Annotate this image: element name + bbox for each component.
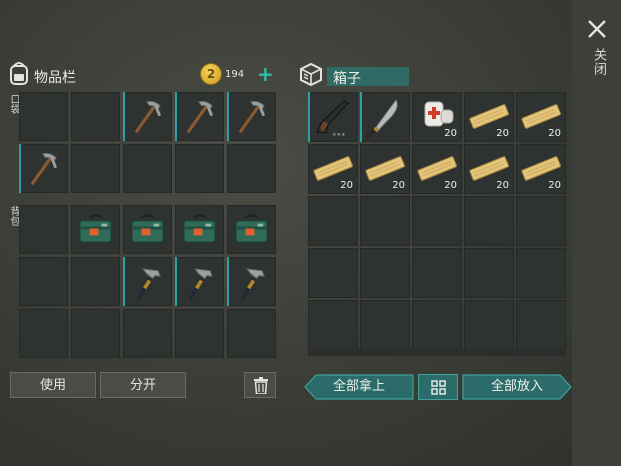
backpack-slot[interactable] bbox=[175, 309, 224, 358]
box-grid-overflow bbox=[308, 348, 566, 356]
take-all-label: 全部拿上 bbox=[332, 379, 385, 394]
box-slot[interactable]: 20 bbox=[308, 144, 358, 194]
box-title: 箱子 bbox=[333, 71, 361, 87]
medkit-case-icon bbox=[131, 214, 164, 243]
backpack-slot[interactable] bbox=[71, 205, 120, 254]
grid-icon bbox=[431, 380, 446, 395]
box-slot[interactable] bbox=[308, 248, 358, 298]
backpack-slot[interactable] bbox=[227, 257, 276, 306]
item-quantity: 20 bbox=[392, 180, 405, 191]
shotgun-icon: ★★★ bbox=[316, 100, 349, 138]
box-slot[interactable]: 20 bbox=[464, 92, 514, 142]
box-slot[interactable] bbox=[516, 196, 566, 246]
item-quantity: 20 bbox=[496, 128, 509, 139]
backpack-grid bbox=[19, 205, 276, 358]
backpack-slot[interactable] bbox=[19, 309, 68, 358]
box-slot[interactable] bbox=[412, 196, 462, 246]
pocket-slot[interactable] bbox=[175, 144, 224, 193]
machete-icon bbox=[366, 99, 398, 138]
backpack-slot[interactable] bbox=[19, 205, 68, 254]
hammer-icon bbox=[241, 268, 265, 300]
box-title-bar: 箱子 bbox=[327, 67, 409, 87]
pickaxe-icon bbox=[135, 100, 161, 133]
coin-count: 194 bbox=[225, 69, 245, 80]
item-quantity: 20 bbox=[444, 128, 457, 139]
svg-text:★★★: ★★★ bbox=[332, 132, 346, 138]
hammer-icon bbox=[189, 268, 213, 300]
box-slot[interactable]: 20 bbox=[360, 144, 410, 194]
backpack-slot[interactable] bbox=[71, 309, 120, 358]
trash-icon bbox=[254, 377, 268, 394]
pocket-slot[interactable] bbox=[71, 144, 120, 193]
sort-toggle-button[interactable] bbox=[418, 374, 458, 400]
box-slot[interactable]: 20 bbox=[464, 144, 514, 194]
medkit-case-icon bbox=[183, 214, 216, 243]
pocket-slot[interactable] bbox=[227, 144, 276, 193]
pickaxe-icon bbox=[239, 100, 265, 133]
box-slot[interactable] bbox=[412, 248, 462, 298]
item-quantity: 20 bbox=[444, 180, 457, 191]
backpack-slot[interactable] bbox=[123, 309, 172, 358]
box-slot[interactable] bbox=[412, 300, 462, 350]
pocket-slot[interactable] bbox=[227, 92, 276, 141]
box-slot[interactable]: 20 bbox=[412, 144, 462, 194]
close-icon[interactable] bbox=[585, 17, 609, 41]
box-slot[interactable] bbox=[360, 300, 410, 350]
box-slot[interactable]: 20 bbox=[516, 144, 566, 194]
trash-button[interactable] bbox=[244, 372, 276, 398]
item-quantity: 20 bbox=[548, 128, 561, 139]
pocket-slot[interactable] bbox=[71, 92, 120, 141]
backpack-slot[interactable] bbox=[175, 205, 224, 254]
backpack-slot[interactable] bbox=[227, 205, 276, 254]
add-coins-button[interactable]: + bbox=[257, 64, 274, 84]
backpack-slot[interactable] bbox=[123, 257, 172, 306]
backpack-slot[interactable] bbox=[227, 309, 276, 358]
box-slot[interactable] bbox=[464, 300, 514, 350]
use-button[interactable]: 使用 bbox=[10, 372, 96, 398]
pickaxe-icon bbox=[187, 100, 213, 133]
inventory-title: 物品栏 bbox=[34, 70, 76, 86]
box-slot[interactable] bbox=[360, 248, 410, 298]
take-all-button[interactable]: 全部拿上 bbox=[304, 374, 414, 400]
pocket-grid bbox=[19, 92, 276, 193]
put-all-label: 全部放入 bbox=[490, 379, 543, 394]
close-label[interactable]: 关闭 bbox=[588, 48, 606, 76]
pickaxe-icon bbox=[31, 152, 57, 185]
backpack-slot[interactable] bbox=[19, 257, 68, 306]
medkit-case-icon bbox=[79, 214, 112, 243]
box-slot[interactable] bbox=[360, 92, 410, 142]
medkit-case-icon bbox=[235, 214, 268, 243]
item-quantity: 20 bbox=[548, 180, 561, 191]
box-slot[interactable]: 20 bbox=[412, 92, 462, 142]
box-slot[interactable] bbox=[360, 196, 410, 246]
box-slot[interactable] bbox=[516, 300, 566, 350]
box-slot[interactable] bbox=[308, 196, 358, 246]
item-quantity: 20 bbox=[340, 180, 353, 191]
backpack-slot[interactable] bbox=[71, 257, 120, 306]
hammer-icon bbox=[137, 268, 161, 300]
put-all-button[interactable]: 全部放入 bbox=[462, 374, 572, 400]
pocket-slot[interactable] bbox=[175, 92, 224, 141]
box-grid: ★★★ 20 20 20 20 20 20 20 20 bbox=[308, 92, 566, 350]
box-slot[interactable]: ★★★ bbox=[308, 92, 358, 142]
item-quantity: 20 bbox=[496, 180, 509, 191]
pocket-slot[interactable] bbox=[123, 92, 172, 141]
pocket-slot[interactable] bbox=[19, 144, 68, 193]
box-slot[interactable] bbox=[464, 196, 514, 246]
box-slot[interactable] bbox=[516, 248, 566, 298]
backpack-slot[interactable] bbox=[175, 257, 224, 306]
box-slot[interactable] bbox=[464, 248, 514, 298]
crate-icon bbox=[300, 62, 322, 86]
box-slot[interactable]: 20 bbox=[516, 92, 566, 142]
backpack-icon bbox=[10, 62, 28, 85]
split-button[interactable]: 分开 bbox=[100, 372, 186, 398]
box-slot[interactable] bbox=[308, 300, 358, 350]
pocket-slot[interactable] bbox=[19, 92, 68, 141]
coin-icon: 2 bbox=[200, 63, 222, 85]
pocket-slot[interactable] bbox=[123, 144, 172, 193]
backpack-slot[interactable] bbox=[123, 205, 172, 254]
